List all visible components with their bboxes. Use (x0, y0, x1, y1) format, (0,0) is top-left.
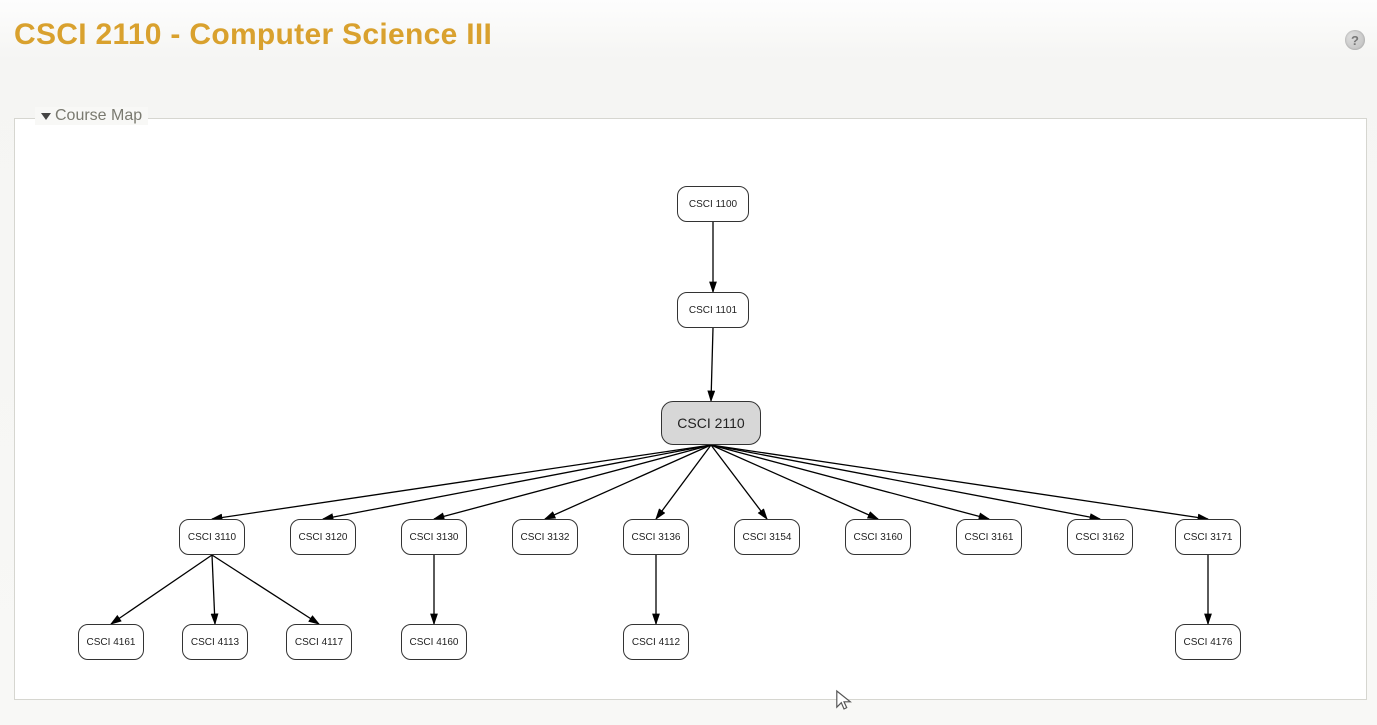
cursor-icon (835, 689, 853, 711)
course-node-csci4161[interactable]: CSCI 4161 (78, 624, 144, 660)
edge-csci2110-csci3171 (711, 445, 1208, 519)
course-map-diagram: CSCI 1100 CSCI 1101 CSCI 2110 CSCI 3110 CSCI… (15, 119, 1366, 699)
course-node-csci3160[interactable]: CSCI 3160 (845, 519, 911, 555)
edge-csci2110-csci3161 (711, 445, 989, 519)
course-node-csci1101[interactable]: CSCI 1101 (677, 292, 749, 328)
edge-csci1101-csci2110 (711, 328, 713, 401)
edge-csci2110-csci3110 (212, 445, 711, 519)
course-node-csci3171[interactable]: CSCI 3171 (1175, 519, 1241, 555)
edge-csci3110-csci4161 (111, 555, 212, 624)
course-node-csci3162[interactable]: CSCI 3162 (1067, 519, 1133, 555)
edge-csci2110-csci3160 (711, 445, 878, 519)
course-node-csci2110[interactable]: CSCI 2110 (661, 401, 761, 445)
course-node-csci3161[interactable]: CSCI 3161 (956, 519, 1022, 555)
course-node-csci3132[interactable]: CSCI 3132 (512, 519, 578, 555)
edge-csci2110-csci3136 (656, 445, 711, 519)
course-node-csci4176[interactable]: CSCI 4176 (1175, 624, 1241, 660)
help-icon[interactable]: ? (1345, 30, 1365, 50)
edge-csci2110-csci3162 (711, 445, 1100, 519)
course-node-csci3130[interactable]: CSCI 3130 (401, 519, 467, 555)
course-node-csci1100[interactable]: CSCI 1100 (677, 186, 749, 222)
course-node-csci3120[interactable]: CSCI 3120 (290, 519, 356, 555)
course-node-csci4117[interactable]: CSCI 4117 (286, 624, 352, 660)
page-header: CSCI 2110 - Computer Science III ? (0, 0, 1377, 88)
edge-csci3110-csci4113 (212, 555, 215, 624)
edge-csci2110-csci3132 (545, 445, 711, 519)
course-node-csci3136[interactable]: CSCI 3136 (623, 519, 689, 555)
course-node-csci4112[interactable]: CSCI 4112 (623, 624, 689, 660)
edge-csci3110-csci4117 (212, 555, 319, 624)
edge-csci2110-csci3154 (711, 445, 767, 519)
course-node-csci3110[interactable]: CSCI 3110 (179, 519, 245, 555)
edge-csci2110-csci3120 (323, 445, 711, 519)
course-map-section: Course Map CSCI 1100CSCI 1101CSCI 2110CS… (14, 118, 1367, 700)
course-node-csci4160[interactable]: CSCI 4160 (401, 624, 467, 660)
course-node-csci3154[interactable]: CSCI 3154 (734, 519, 800, 555)
course-node-csci4113[interactable]: CSCI 4113 (182, 624, 248, 660)
edge-csci2110-csci3130 (434, 445, 711, 519)
page-title: CSCI 2110 - Computer Science III (14, 18, 492, 51)
